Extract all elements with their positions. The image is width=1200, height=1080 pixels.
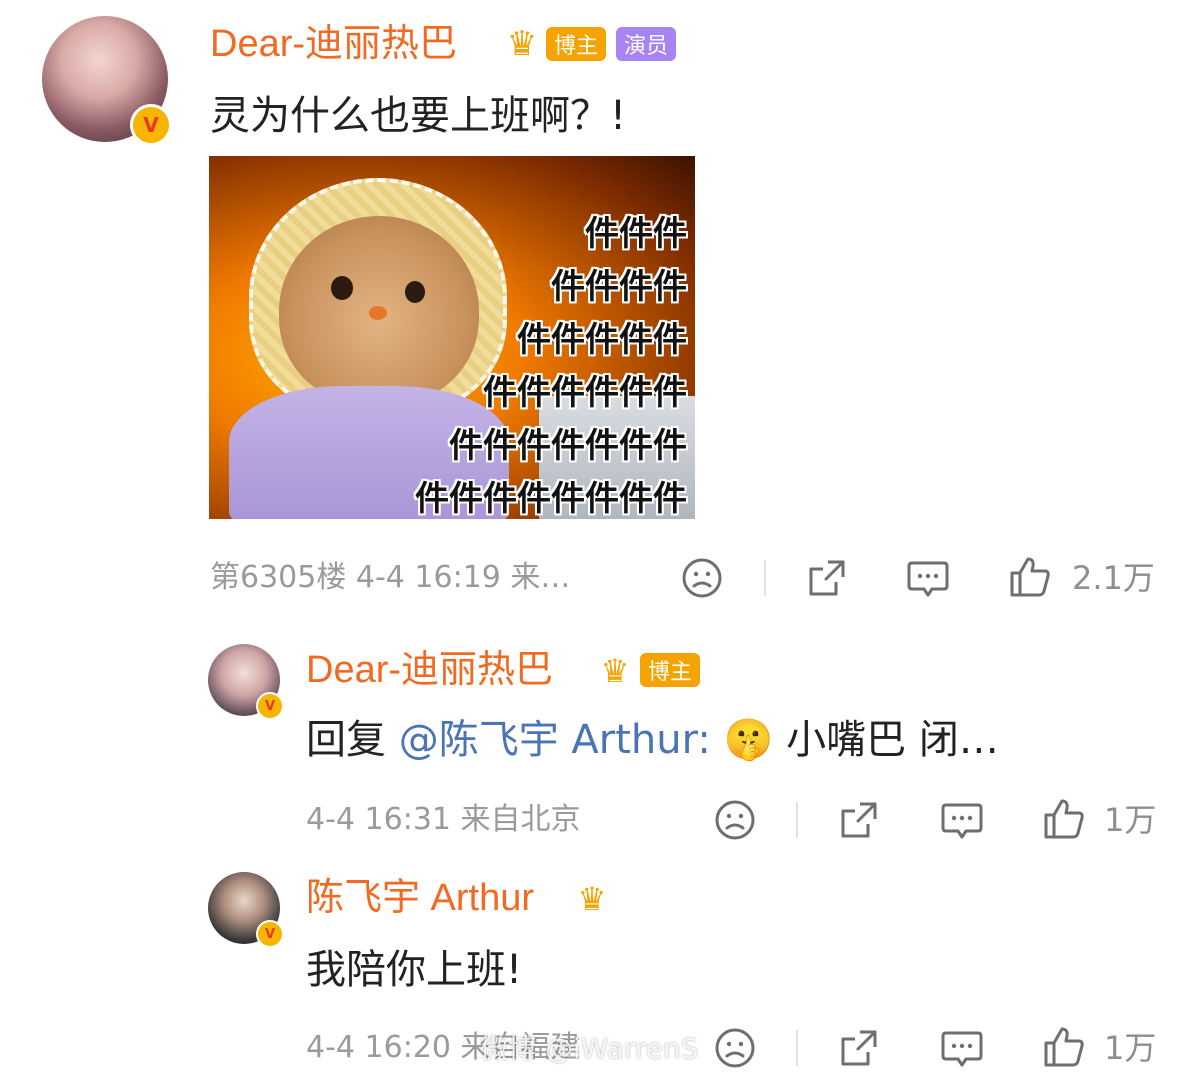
- sad-face-icon[interactable]: [714, 799, 756, 841]
- comment-icon[interactable]: [940, 1027, 984, 1069]
- shush-emoji: 🤫: [723, 717, 774, 763]
- reply-text: 回复 @陈飞宇 Arthur: 🤫 小嘴巴 闭…: [306, 716, 999, 764]
- like-count: 1万: [1104, 801, 1157, 839]
- bear-eye-right: [405, 281, 425, 303]
- sad-face-icon[interactable]: [681, 557, 723, 599]
- mention-link[interactable]: @陈飞宇 Arthur:: [399, 717, 711, 763]
- verified-badge-icon: V: [256, 692, 284, 720]
- meme-text-line: 件件件件件件件: [449, 426, 687, 466]
- divider: [764, 560, 766, 596]
- divider: [796, 1030, 798, 1066]
- comment-text: 小嘴巴 闭…: [786, 717, 999, 763]
- share-icon[interactable]: [838, 799, 880, 841]
- reply-prefix: 回复: [306, 717, 386, 763]
- share-icon[interactable]: [806, 557, 848, 599]
- username[interactable]: Dear-迪丽热巴: [210, 22, 457, 66]
- meme-text-line: 件件件件: [551, 267, 687, 307]
- comment-icon[interactable]: [906, 557, 950, 599]
- crown-icon: ♛: [600, 652, 630, 690]
- sad-face-icon[interactable]: [714, 1027, 756, 1069]
- thumbs-up-icon[interactable]: [1042, 797, 1086, 841]
- share-icon[interactable]: [838, 1027, 880, 1069]
- meme-image[interactable]: 件件件 件件件件 件件件件件 件件件件件件 件件件件件件件 件件件件件件件件: [209, 156, 695, 519]
- like-count: 1万: [1104, 1029, 1157, 1067]
- tag-actor: 演员: [616, 27, 676, 61]
- comment-text: 灵为什么也要上班啊？!: [210, 93, 627, 139]
- verified-badge-icon: V: [256, 920, 284, 948]
- comment-meta: 第6305楼 4-4 16:19 来…: [210, 560, 571, 595]
- comment-icon[interactable]: [940, 799, 984, 841]
- tag-host: 博主: [640, 653, 700, 687]
- crown-icon: ♛: [506, 24, 538, 64]
- divider: [796, 802, 798, 838]
- meme-text-line: 件件件件件: [517, 320, 687, 360]
- username[interactable]: 陈飞宇 Arthur: [306, 876, 534, 920]
- bear-eye-left: [331, 276, 353, 300]
- thumbs-up-icon[interactable]: [1042, 1025, 1086, 1069]
- thumbs-up-icon[interactable]: [1008, 555, 1052, 599]
- bear-nose: [369, 306, 387, 320]
- verified-badge-icon: V: [130, 104, 172, 146]
- watermark: 微博 @iWarrenS: [480, 1032, 699, 1065]
- meme-text-line: 件件件件件件: [483, 373, 687, 413]
- meme-text-line: 件件件件件件件件: [415, 479, 687, 519]
- comment-text: 我陪你上班!: [306, 947, 523, 993]
- tag-host: 博主: [546, 27, 606, 61]
- username[interactable]: Dear-迪丽热巴: [306, 648, 553, 692]
- comment-meta: 4-4 16:31 来自北京: [306, 802, 581, 837]
- meme-text-line: 件件件: [585, 214, 687, 254]
- like-count: 2.1万: [1072, 559, 1155, 597]
- crown-icon: ♛: [577, 880, 607, 918]
